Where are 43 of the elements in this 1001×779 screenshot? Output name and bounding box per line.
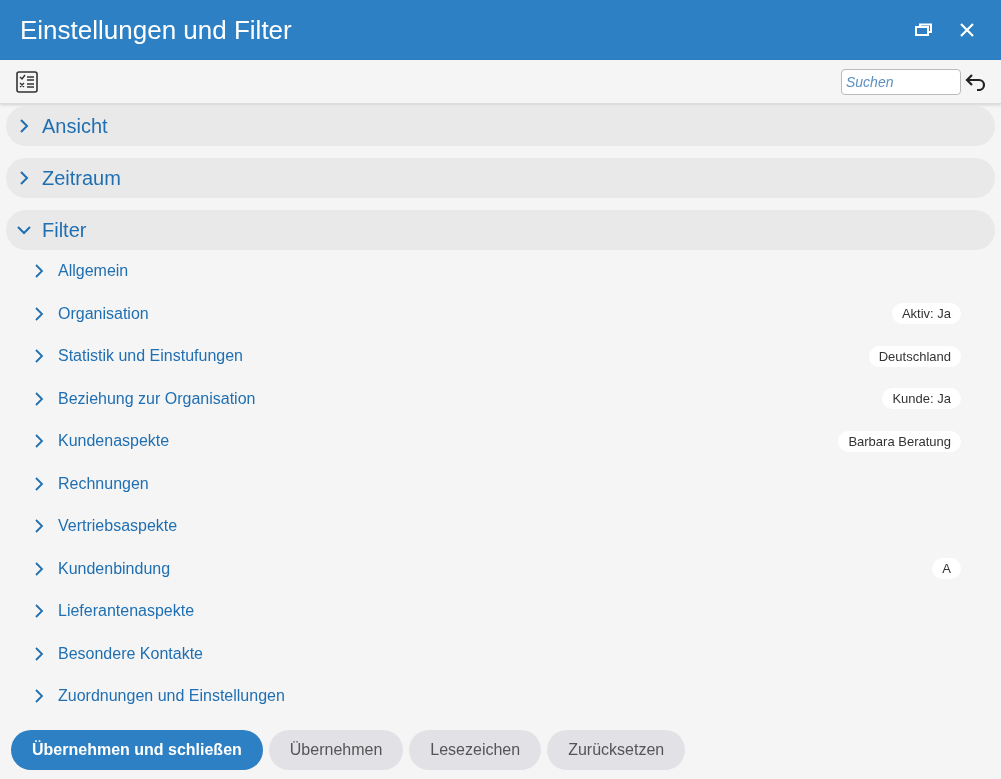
value-badge: Barbara Beratung — [838, 430, 961, 452]
chevron-icon — [18, 170, 30, 186]
filter-item[interactable]: Lieferantenaspekte — [6, 590, 995, 633]
chevron-icon — [34, 646, 44, 661]
action-button[interactable]: Übernehmen und schließen — [11, 730, 263, 770]
chevron-icon — [34, 519, 44, 534]
close-icon[interactable] — [959, 22, 975, 38]
chevron-icon — [34, 264, 44, 279]
chevron-icon — [34, 306, 44, 321]
section-header[interactable]: Filter — [6, 210, 995, 250]
action-button[interactable]: Zurücksetzen — [547, 730, 686, 770]
filter-item[interactable]: Beziehung zur Organisation Kunde: Ja — [6, 377, 995, 420]
value-badge: Deutschland — [868, 345, 961, 367]
chevron-icon — [18, 118, 30, 134]
filter-item[interactable]: Statistik und Einstufungen Deutschland — [6, 335, 995, 378]
action-button[interactable]: Lesezeichen — [409, 730, 542, 770]
filter-item[interactable]: Kundenbindung A — [6, 547, 995, 590]
chevron-icon — [34, 476, 44, 491]
chevron-icon — [16, 224, 32, 236]
restore-icon[interactable] — [915, 23, 933, 37]
chevron-icon — [34, 434, 44, 449]
window-title: Einstellungen und Filter — [20, 14, 293, 46]
chevron-icon — [34, 561, 44, 576]
filter-item[interactable]: Allgemein — [6, 250, 995, 293]
chevron-icon — [34, 391, 44, 406]
value-badge: Kunde: Ja — [882, 388, 961, 410]
filter-item[interactable]: Vertriebsaspekte — [6, 505, 995, 548]
chevron-icon — [34, 689, 44, 704]
action-button[interactable]: Übernehmen — [268, 730, 404, 770]
chevron-icon — [34, 604, 44, 619]
filter-item[interactable]: Zuordnungen und Einstellungen — [6, 675, 995, 718]
checklist-icon[interactable] — [16, 70, 38, 93]
value-badge: Aktiv: Ja — [891, 303, 961, 325]
value-badge: A — [932, 558, 961, 580]
search-field[interactable]: Suchen — [841, 68, 961, 95]
section-header[interactable]: Zeitraum — [6, 158, 995, 198]
undo-icon[interactable] — [965, 72, 987, 91]
filter-item[interactable]: Kundenaspekte Barbara Beratung — [6, 420, 995, 463]
filter-item[interactable]: Rechnungen — [6, 462, 995, 505]
section-header[interactable]: Ansicht — [6, 106, 995, 146]
filter-item[interactable]: Besondere Kontakte — [6, 632, 995, 675]
chevron-icon — [34, 349, 44, 364]
filter-item[interactable]: Organisation Aktiv: Ja — [6, 292, 995, 335]
